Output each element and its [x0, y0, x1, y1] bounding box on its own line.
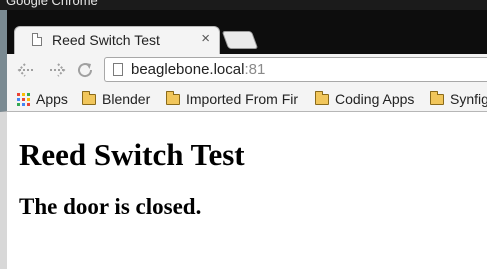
- page-icon: [32, 33, 42, 46]
- back-button[interactable]: [15, 58, 39, 82]
- apps-dot: [27, 102, 30, 106]
- bookmarks-bar: Apps Blender Imported From Fir Coding Ap…: [0, 86, 487, 112]
- forward-arrow-icon: [48, 63, 66, 77]
- new-tab-button[interactable]: [221, 31, 259, 49]
- reload-button[interactable]: [73, 58, 97, 82]
- apps-dot: [22, 102, 25, 106]
- back-arrow-icon: [17, 63, 35, 77]
- address-bar[interactable]: beaglebone.local:81: [104, 57, 487, 82]
- bookmark-apps[interactable]: Apps: [17, 89, 68, 109]
- folder-icon: [430, 90, 444, 105]
- page-icon: [113, 63, 123, 76]
- forward-button[interactable]: [44, 58, 68, 82]
- reload-icon: [78, 63, 93, 78]
- folder-icon: [82, 90, 96, 105]
- apps-dot: [27, 92, 30, 96]
- folder-icon: [166, 90, 180, 105]
- apps-grid-icon: [17, 92, 30, 106]
- tab-title: Reed Switch Test: [52, 32, 160, 48]
- apps-dot: [27, 97, 30, 101]
- os-titlebar: Google Chrome: [0, 0, 487, 10]
- close-tab-icon[interactable]: ×: [201, 30, 210, 47]
- bookmark-imported-from-firefox[interactable]: Imported From Fir: [166, 89, 298, 109]
- bookmark-label: Coding Apps: [335, 91, 415, 107]
- apps-dot: [17, 92, 20, 96]
- tab-strip: Reed Switch Test ×: [0, 10, 487, 54]
- url-text: beaglebone.local:81: [131, 61, 265, 78]
- apps-dot: [17, 97, 20, 101]
- bookmark-blender[interactable]: Blender: [82, 89, 150, 109]
- page-content: Reed Switch Test The door is closed.: [7, 112, 487, 269]
- door-status: The door is closed.: [19, 194, 202, 219]
- page-heading: Reed Switch Test: [19, 137, 245, 172]
- os-window-title: Google Chrome: [6, 0, 98, 8]
- apps-dot: [22, 92, 25, 96]
- tab-reed-switch-test[interactable]: Reed Switch Test ×: [14, 26, 220, 54]
- browser-window: Google Chrome Reed Switch Test × beagleb…: [0, 0, 487, 269]
- apps-dot: [17, 102, 20, 106]
- url-port: :81: [244, 61, 266, 78]
- bookmark-synfig[interactable]: Synfig: [430, 89, 487, 109]
- bookmark-label: Imported From Fir: [186, 91, 299, 107]
- toolbar: beaglebone.local:81: [0, 54, 487, 86]
- apps-dot: [22, 97, 25, 101]
- bookmark-label: Synfig: [450, 91, 487, 107]
- bookmark-label: Apps: [36, 91, 68, 107]
- bookmark-label: Blender: [102, 91, 151, 107]
- folder-icon: [315, 90, 329, 105]
- url-host: beaglebone.local: [131, 61, 245, 78]
- bookmark-coding-apps[interactable]: Coding Apps: [315, 89, 414, 109]
